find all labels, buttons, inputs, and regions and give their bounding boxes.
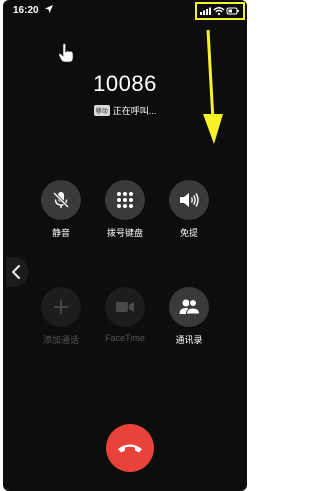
add-call-button[interactable]: 添加通话 (31, 287, 91, 346)
speaker-label: 免提 (179, 228, 198, 238)
facetime-circle (105, 287, 145, 327)
call-screen: 16:20 10086 移动 正在呼叫... 静音 拨号键盘 免提 添加通话 F… (3, 0, 247, 491)
plus-icon (54, 300, 68, 314)
sim-badge: 移动 (93, 105, 110, 116)
facetime-button[interactable]: FaceTime (95, 287, 155, 343)
chevron-left-icon (12, 265, 20, 279)
facetime-label: FaceTime (105, 333, 145, 343)
add-call-circle (41, 287, 81, 327)
status-bar: 16:20 (3, 0, 247, 22)
contacts-icon (179, 299, 200, 315)
speaker-circle (169, 180, 209, 220)
battery-icon (226, 7, 239, 15)
status-time: 16:20 (13, 5, 39, 16)
mute-label: 静音 (51, 228, 70, 238)
call-status-text: 正在呼叫... (112, 106, 157, 116)
wifi-icon (213, 7, 225, 16)
phone-number: 10086 (93, 71, 157, 96)
keypad-label: 拨号键盘 (106, 228, 143, 238)
video-icon (116, 302, 134, 312)
end-call-button[interactable] (106, 424, 154, 472)
speaker-icon (180, 193, 199, 207)
keypad-circle (105, 180, 145, 220)
hand-cursor-icon (58, 43, 74, 63)
add-call-label: 添加通话 (42, 335, 79, 345)
call-status-line: 移动 正在呼叫... (3, 104, 247, 117)
contacts-label: 通讯录 (175, 335, 203, 345)
contacts-circle (169, 287, 209, 327)
back-chevron-button[interactable] (6, 257, 28, 287)
contacts-button[interactable]: 通讯录 (159, 287, 219, 346)
signal-icon (200, 7, 211, 15)
mute-circle (41, 180, 81, 220)
location-arrow-icon (45, 5, 53, 13)
mic-off-icon (52, 191, 70, 209)
status-icons (200, 7, 239, 16)
hang-up-icon (118, 444, 142, 453)
keypad-button[interactable]: 拨号键盘 (95, 180, 155, 239)
keypad-icon (117, 192, 133, 208)
speaker-button[interactable]: 免提 (159, 180, 219, 239)
mute-button[interactable]: 静音 (31, 180, 91, 239)
